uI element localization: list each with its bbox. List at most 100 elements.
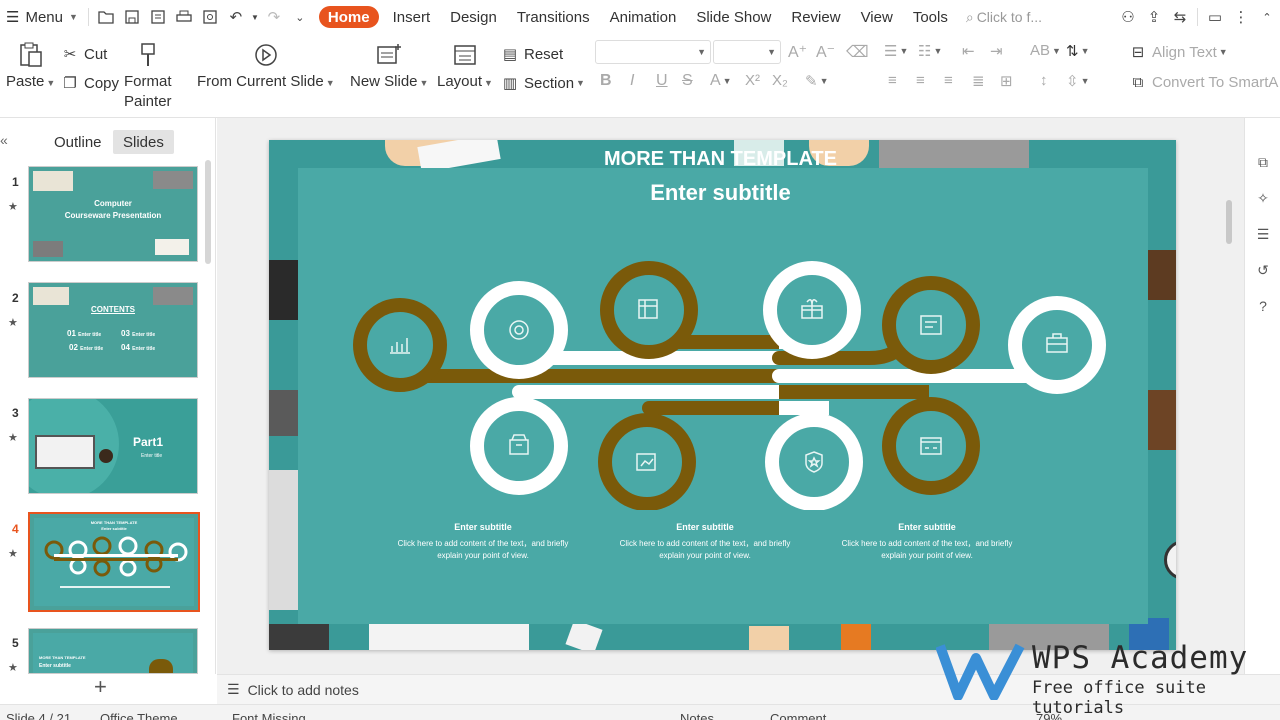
slide-thumbnail-4[interactable]: MORE THAN TEMPLATE Enter subtitle: [28, 512, 200, 612]
properties-icon[interactable]: ☰: [1253, 224, 1273, 244]
menu-button[interactable]: ☰ Menu ▼: [0, 0, 84, 34]
laptop-illustration: [369, 624, 529, 650]
text-direction-icon[interactable]: AB ▼: [1030, 42, 1061, 59]
tab-transitions[interactable]: Transitions: [507, 0, 600, 34]
bullets-icon[interactable]: ☰ ▼: [884, 42, 908, 60]
slide-canvas: MORE THAN TEMPLATE Enter subtitle Enter …: [217, 118, 1244, 674]
notes-toggle[interactable]: Notes: [680, 711, 714, 720]
superscript-icon[interactable]: X²: [745, 72, 760, 89]
align-center-icon[interactable]: ≡: [916, 72, 925, 89]
tab-tools[interactable]: Tools: [903, 0, 958, 34]
clear-format-icon[interactable]: ⌫: [846, 42, 869, 62]
copy-button[interactable]: ❐ Copy: [60, 73, 119, 93]
search-box[interactable]: ⌕ Click to f...: [966, 9, 1066, 26]
paragraph-spacing-icon[interactable]: ⇳ ▼: [1066, 72, 1090, 90]
note-body: Click here to add content of the text，an…: [619, 539, 791, 548]
align-text-button[interactable]: ⊟ Align Text ▼: [1128, 42, 1228, 62]
help-icon[interactable]: ?: [1253, 296, 1273, 316]
italic-icon[interactable]: I: [630, 72, 634, 90]
tab-home[interactable]: Home: [318, 6, 379, 28]
font-family-select[interactable]: ▼: [595, 40, 711, 64]
save-icon[interactable]: [119, 0, 145, 34]
more-icon[interactable]: ⋮: [1228, 0, 1254, 34]
customize-toolbar-icon[interactable]: ⌄: [287, 0, 313, 34]
slide-thumbnail-5[interactable]: MORE THAN TEMPLATE Enter subtitle: [28, 628, 198, 674]
tab-insert[interactable]: Insert: [383, 0, 441, 34]
circles-diagram[interactable]: [349, 250, 1119, 510]
redo-icon[interactable]: ↷: [261, 0, 287, 34]
comment-icon[interactable]: ▭: [1202, 0, 1228, 34]
sort-icon[interactable]: ⇅ ▼: [1066, 42, 1090, 60]
new-slide-button[interactable]: New Slide ▼: [350, 40, 428, 93]
line-spacing-icon[interactable]: ↕: [1040, 72, 1048, 89]
tab-animation[interactable]: Animation: [600, 0, 687, 34]
tab-outline[interactable]: Outline: [44, 130, 112, 154]
collaborate-icon[interactable]: ⇆: [1167, 0, 1193, 34]
section-button[interactable]: ▥ Section ▼: [500, 73, 585, 93]
align-right-icon[interactable]: ≡: [944, 72, 953, 89]
font-missing[interactable]: Font Missing: [232, 711, 306, 720]
tab-slides[interactable]: Slides: [113, 130, 174, 154]
align-text-icon: ⊟: [1131, 44, 1145, 61]
account-icon[interactable]: ⚇: [1115, 0, 1141, 34]
justify-icon[interactable]: ≣: [972, 72, 985, 90]
paste-button[interactable]: Paste ▼: [6, 40, 55, 93]
animation-icon[interactable]: ✧: [1253, 188, 1273, 208]
cut-button[interactable]: ✂ Cut: [60, 44, 108, 64]
thumb-title: CONTENTS: [91, 305, 135, 314]
format-painter-button[interactable]: Format Painter: [124, 40, 172, 112]
undo-icon[interactable]: ↶: [223, 0, 249, 34]
decrease-indent-icon[interactable]: ⇤: [962, 42, 975, 60]
share-icon[interactable]: ⇪: [1141, 0, 1167, 34]
print-preview-icon[interactable]: [197, 0, 223, 34]
slide-thumbnail-1[interactable]: Computer Courseware Presentation: [28, 166, 198, 262]
highlight-icon[interactable]: ✎ ▼: [805, 72, 829, 90]
canvas-scrollbar[interactable]: [1226, 200, 1232, 244]
font-color-icon[interactable]: A ▼: [710, 72, 732, 90]
open-icon[interactable]: [93, 0, 119, 34]
decrease-font-icon[interactable]: A⁻: [816, 42, 835, 62]
export-pdf-icon[interactable]: [145, 0, 171, 34]
bold-icon[interactable]: B: [600, 72, 612, 90]
slide[interactable]: MORE THAN TEMPLATE Enter subtitle Enter …: [269, 140, 1176, 650]
increase-font-icon[interactable]: A⁺: [788, 42, 807, 62]
collapse-panel-icon[interactable]: «: [0, 132, 8, 148]
font-size-select[interactable]: ▼: [713, 40, 781, 64]
right-sidebar: ⧉ ✧ ☰ ↺ ?: [1244, 118, 1280, 674]
underline-icon[interactable]: U: [656, 72, 668, 90]
note-block[interactable]: Enter subtitle Click here to add content…: [827, 522, 1027, 562]
tab-view[interactable]: View: [851, 0, 903, 34]
format-painter-label-1: Format: [124, 73, 172, 90]
distribute-icon[interactable]: ⊞: [1000, 72, 1013, 90]
note-block[interactable]: Enter subtitle Click here to add content…: [383, 522, 583, 562]
slide-subtitle[interactable]: Enter subtitle: [269, 180, 1176, 206]
slide-thumbnail-3[interactable]: Part1 Enter title: [28, 398, 198, 494]
layout-button[interactable]: Layout ▼: [437, 40, 493, 93]
collapse-ribbon-icon[interactable]: ⌃: [1254, 0, 1280, 34]
animation-star-icon: ★: [8, 432, 18, 444]
tab-slide-show[interactable]: Slide Show: [686, 0, 781, 34]
note-block[interactable]: Enter subtitle Click here to add content…: [605, 522, 805, 562]
align-left-icon[interactable]: ≡: [888, 72, 897, 89]
add-slide-button[interactable]: +: [94, 674, 107, 700]
tab-design[interactable]: Design: [440, 0, 507, 34]
increase-indent-icon[interactable]: ⇥: [990, 42, 1003, 60]
slide-title[interactable]: MORE THAN TEMPLATE: [269, 148, 1176, 171]
strikethrough-icon[interactable]: S: [682, 72, 693, 90]
numbering-icon[interactable]: ☷ ▼: [918, 42, 942, 60]
from-current-slide-button[interactable]: From Current Slide ▼: [197, 40, 335, 93]
panel-scrollbar[interactable]: [205, 160, 211, 264]
slide-number: 3: [12, 406, 19, 420]
reset-button[interactable]: ▤ Reset: [500, 44, 563, 64]
subscript-icon[interactable]: X₂: [772, 72, 788, 89]
undo-dropdown-icon[interactable]: ▼: [249, 0, 261, 34]
slide-panel-icon[interactable]: ⧉: [1253, 152, 1273, 172]
paste-icon: [16, 40, 46, 70]
convert-smartart-button[interactable]: ⧉ Convert To SmartA: [1128, 72, 1279, 92]
comment-toggle[interactable]: Comment: [770, 711, 826, 720]
tab-review[interactable]: Review: [781, 0, 850, 34]
history-icon[interactable]: ↺: [1253, 260, 1273, 280]
slide-thumbnail-2[interactable]: CONTENTS 01 Enter title 03 Enter title 0…: [28, 282, 198, 378]
slide-number: 4: [12, 522, 19, 536]
print-icon[interactable]: [171, 0, 197, 34]
